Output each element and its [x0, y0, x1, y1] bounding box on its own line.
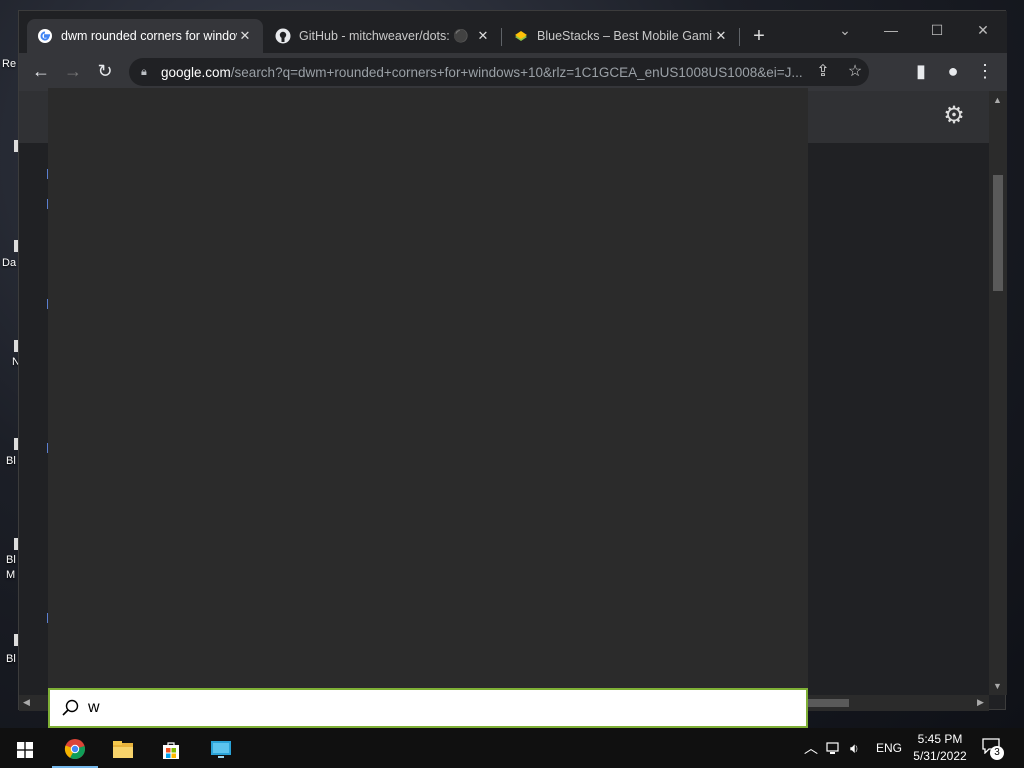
- start-search-results-panel: [48, 88, 808, 688]
- store-icon: [163, 742, 179, 759]
- action-center-button[interactable]: 3: [982, 738, 1004, 760]
- star-bookmark-icon[interactable]: ☆: [843, 60, 867, 84]
- vertical-scroll-thumb[interactable]: [993, 175, 1003, 291]
- gear-icon[interactable]: ⚙: [941, 103, 967, 129]
- bluestacks-icon: [513, 28, 529, 44]
- minimize-button[interactable]: —: [868, 17, 914, 45]
- forward-button[interactable]: →: [61, 60, 85, 84]
- tab-search-chevron-icon[interactable]: ⌄: [822, 17, 868, 45]
- taskbar-chrome[interactable]: [52, 732, 98, 768]
- scroll-down-arrow-icon[interactable]: ▼: [993, 681, 1002, 691]
- close-tab-icon[interactable]: ✕: [713, 28, 729, 44]
- tab-title: BlueStacks – Best Mobile Gaming Platform: [537, 29, 713, 43]
- url-path: /search?q=dwm+rounded+corners+for+window…: [230, 64, 803, 80]
- desktop-icon-label[interactable]: Bl: [6, 653, 16, 665]
- tab-github[interactable]: GitHub - mitchweaver/dots: ⚫ ✕: [265, 19, 501, 53]
- start-button[interactable]: [2, 732, 48, 768]
- new-tab-button[interactable]: +: [747, 25, 771, 49]
- tab-strip: dwm rounded corners for windows 10 ✕ Git…: [19, 11, 1007, 53]
- notification-count-badge: 3: [990, 746, 1004, 760]
- side-panel-icon[interactable]: ▮: [909, 60, 933, 84]
- browser-toolbar: ← → ↻ 🔒︎ google.com/search?q=dwm+rounded…: [19, 53, 1007, 91]
- scroll-left-arrow-icon[interactable]: ◀: [23, 697, 30, 708]
- scroll-right-arrow-icon[interactable]: ▶: [977, 697, 984, 708]
- clock-date: 5/31/2022: [913, 749, 967, 763]
- menu-kebab-icon[interactable]: ⋮: [973, 60, 997, 84]
- show-hidden-icons-chevron-icon[interactable]: ︿: [804, 728, 818, 768]
- tab-title: dwm rounded corners for windows 10: [61, 29, 237, 43]
- desktop-icon-label[interactable]: Bl: [6, 455, 16, 467]
- start-search-box[interactable]: [48, 688, 808, 728]
- close-tab-icon[interactable]: ✕: [237, 28, 253, 44]
- search-icon: [62, 699, 79, 716]
- clock-time: 5:45 PM: [917, 732, 963, 746]
- desktop-app-icon: [211, 741, 231, 758]
- share-icon[interactable]: ⇪: [811, 60, 835, 84]
- network-icon[interactable]: [826, 728, 846, 768]
- github-icon: [275, 28, 291, 44]
- google-icon: [37, 28, 53, 44]
- chrome-icon: [64, 739, 85, 760]
- profile-icon[interactable]: ●: [941, 60, 965, 84]
- language-indicator[interactable]: ENG: [876, 728, 904, 768]
- taskbar-file-explorer[interactable]: [100, 732, 146, 768]
- tab-bluestacks[interactable]: BlueStacks – Best Mobile Gaming Platform…: [503, 19, 739, 53]
- maximize-button[interactable]: ☐: [914, 17, 960, 45]
- desktop-icon-label[interactable]: M: [6, 569, 15, 581]
- desktop-icon-label[interactable]: Da: [2, 257, 16, 269]
- lock-icon[interactable]: 🔒︎: [141, 66, 153, 79]
- close-window-button[interactable]: ✕: [960, 17, 1006, 45]
- back-button[interactable]: ←: [29, 60, 53, 84]
- search-input[interactable]: [88, 699, 768, 717]
- windows-logo-icon: [17, 742, 33, 758]
- tab-separator: [739, 28, 740, 46]
- scroll-up-arrow-icon[interactable]: ▲: [993, 95, 1002, 105]
- taskbar: ︿ 🔉︎ ENG 5:45 PM 5/31/2022 3: [0, 728, 1024, 768]
- reload-button[interactable]: ↻: [93, 60, 117, 84]
- vertical-scrollbar[interactable]: ▲ ▼: [989, 91, 1007, 695]
- tab-separator: [501, 28, 502, 46]
- desktop-icon-label[interactable]: Bl: [6, 554, 16, 566]
- close-tab-icon[interactable]: ✕: [475, 28, 491, 44]
- volume-icon[interactable]: 🔉︎: [850, 728, 870, 768]
- file-explorer-icon: [113, 741, 133, 758]
- taskbar-store[interactable]: [148, 732, 194, 768]
- taskbar-desktop-app[interactable]: [198, 732, 244, 768]
- tab-title: GitHub - mitchweaver/dots: ⚫: [299, 28, 469, 43]
- tab-google-search[interactable]: dwm rounded corners for windows 10 ✕: [27, 19, 263, 53]
- url-text[interactable]: google.com/search?q=dwm+rounded+corners+…: [161, 65, 833, 80]
- address-bar[interactable]: 🔒︎ google.com/search?q=dwm+rounded+corne…: [129, 58, 869, 86]
- desktop-icon-label[interactable]: Re: [2, 58, 16, 70]
- clock[interactable]: 5:45 PM 5/31/2022: [906, 731, 974, 765]
- url-host: google.com: [161, 64, 231, 80]
